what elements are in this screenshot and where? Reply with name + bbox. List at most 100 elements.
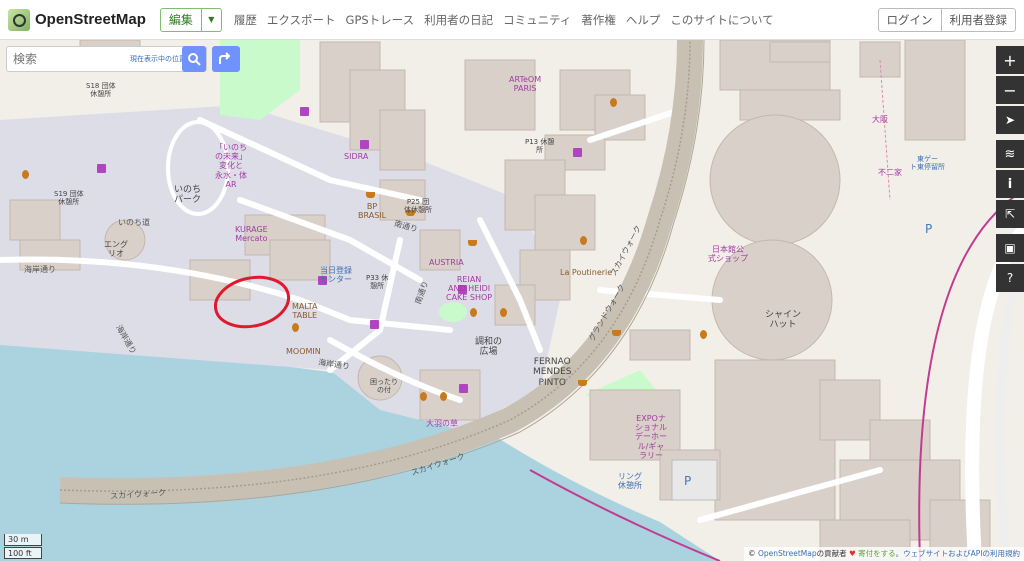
edit-button[interactable]: 編集 bbox=[159, 7, 202, 32]
label-p25: P25 団 体休憩所 bbox=[404, 198, 432, 215]
search-icon bbox=[188, 53, 201, 66]
nav-history[interactable]: 履歴 bbox=[234, 12, 257, 28]
cafe-icon[interactable] bbox=[366, 192, 375, 198]
label-fuji: 不二家 bbox=[878, 168, 902, 177]
road-label-inochi: いのち道 bbox=[118, 218, 150, 227]
terms-link[interactable]: 。ウェブサイトおよびAPIの利用規約 bbox=[896, 549, 1020, 558]
restaurant-icon[interactable] bbox=[580, 236, 587, 245]
boundary-line bbox=[879, 59, 891, 201]
label-cake-shop: REIAN AND HEIDI CAKE SHOP bbox=[446, 275, 493, 303]
osm-logo-icon bbox=[8, 8, 30, 31]
heart-icon: ♥ bbox=[849, 549, 856, 558]
layers-icon: ≋ bbox=[1004, 146, 1016, 162]
donate-link[interactable]: 寄付をする bbox=[858, 549, 896, 558]
road-label-kaigan-1: 海岸通り bbox=[24, 265, 56, 274]
scale-imperial: 100 ft bbox=[4, 547, 42, 559]
label-ome: 大阪 bbox=[872, 115, 888, 124]
signup-button[interactable]: 利用者登録 bbox=[941, 8, 1016, 32]
label-nihon: 日本館公 式ショップ bbox=[708, 245, 748, 264]
gift-shop-icon[interactable] bbox=[97, 164, 106, 173]
restaurant-icon[interactable] bbox=[470, 308, 477, 317]
label-p33: P33 休 憩所 bbox=[366, 274, 389, 291]
locate-button[interactable]: ➤ bbox=[996, 106, 1024, 134]
restaurant-icon[interactable] bbox=[440, 392, 447, 401]
map-canvas[interactable]: P P いのち パーク S18 団体 休憩所 S19 団体 休憩所 「いのち の… bbox=[0, 40, 1024, 561]
gift-shop-icon[interactable] bbox=[573, 148, 582, 157]
label-shine: シャイン ハット bbox=[765, 310, 802, 331]
share-icon: ⇱ bbox=[1004, 207, 1016, 221]
directions-button[interactable] bbox=[212, 46, 240, 72]
label-entry: エング リオ bbox=[104, 240, 128, 259]
label-poutinerie: La Poutinerie bbox=[560, 268, 613, 277]
label-ohane: 大羽の草 bbox=[426, 419, 458, 428]
restaurant-icon[interactable] bbox=[420, 392, 427, 401]
nav-about[interactable]: このサイトについて bbox=[670, 12, 773, 28]
label-moomin: MOOMIN bbox=[286, 347, 321, 356]
zoom-in-button[interactable]: + bbox=[996, 46, 1024, 74]
gift-shop-icon[interactable] bbox=[300, 107, 309, 116]
map-key-button[interactable]: i bbox=[996, 170, 1024, 198]
edit-dropdown-button[interactable]: ▼ bbox=[201, 7, 222, 32]
label-bp-brasil: BP BRASIL bbox=[358, 202, 387, 221]
label-austria: AUSTRIA bbox=[429, 258, 464, 267]
cafe-icon[interactable] bbox=[468, 240, 477, 246]
add-note-button[interactable]: ▣ bbox=[996, 234, 1024, 262]
search-input[interactable] bbox=[13, 52, 53, 66]
label-p13: P13 休憩 所 bbox=[525, 138, 555, 155]
restaurant-icon[interactable] bbox=[500, 308, 507, 317]
info-icon: i bbox=[1007, 176, 1013, 192]
osm-logo[interactable]: OpenStreetMap bbox=[8, 8, 146, 31]
gift-shop-icon[interactable] bbox=[370, 320, 379, 329]
restaurant-icon[interactable] bbox=[700, 330, 707, 339]
parking-lot bbox=[671, 459, 718, 501]
logo-text: OpenStreetMap bbox=[35, 11, 146, 28]
park-area bbox=[439, 302, 467, 322]
osm-contributors-link[interactable]: OpenStreetMap bbox=[758, 549, 817, 558]
search-box: 現在表示中の位置情報 bbox=[6, 46, 207, 72]
nav-copyright[interactable]: 著作権 bbox=[581, 12, 616, 28]
label-expo: EXPOナ ショナル デーホー ル/ギャ ラリー bbox=[635, 414, 667, 460]
nav-help[interactable]: ヘルプ bbox=[626, 12, 661, 28]
zoom-out-button[interactable]: − bbox=[996, 76, 1024, 104]
restaurant-icon[interactable] bbox=[22, 170, 29, 179]
zoom-out-icon: − bbox=[1003, 80, 1017, 100]
zoom-in-icon: + bbox=[1003, 50, 1017, 70]
query-features-button[interactable]: ? bbox=[996, 264, 1024, 292]
svg-text:P: P bbox=[925, 222, 932, 236]
label-inochi-park: いのち パーク bbox=[174, 185, 202, 206]
gift-shop-icon[interactable] bbox=[360, 140, 369, 149]
share-button[interactable]: ⇱ bbox=[996, 200, 1024, 228]
restaurant-icon[interactable] bbox=[292, 323, 299, 332]
label-nichi-center: 当日登録 センター bbox=[320, 266, 352, 285]
svg-text:P: P bbox=[684, 474, 691, 488]
label-komatta: 困ったり の付 bbox=[370, 378, 398, 395]
nav-user-diaries[interactable]: 利用者の日記 bbox=[424, 12, 493, 28]
gift-shop-icon[interactable] bbox=[459, 384, 468, 393]
label-station: 東ゲー ト東停留所 bbox=[910, 155, 945, 172]
label-chowa: 調和の 広場 bbox=[475, 337, 503, 358]
nav-gps-traces[interactable]: GPSトレース bbox=[346, 12, 415, 28]
map-svg: P P bbox=[0, 40, 1024, 561]
query-icon: ? bbox=[1006, 271, 1014, 285]
search-button[interactable] bbox=[182, 46, 206, 72]
edit-group: 編集 ▼ bbox=[159, 7, 222, 32]
label-ring: リング 休憩所 bbox=[618, 472, 642, 491]
label-kurage: KURAGE Mercato bbox=[235, 225, 268, 244]
label-s18: S18 団体 休憩所 bbox=[86, 82, 116, 99]
scale-metric: 30 m bbox=[4, 534, 42, 546]
cafe-icon[interactable] bbox=[578, 380, 587, 386]
label-malta: MALTA TABLE bbox=[292, 302, 318, 321]
layers-button[interactable]: ≋ bbox=[996, 140, 1024, 168]
login-button[interactable]: ログイン bbox=[877, 8, 942, 32]
main-nav: 履歴 エクスポート GPSトレース 利用者の日記 コミュニティ 著作権 ヘルプ … bbox=[234, 12, 784, 28]
nav-communities[interactable]: コミュニティ bbox=[503, 12, 571, 28]
restaurant-icon[interactable] bbox=[610, 98, 617, 107]
cafe-icon[interactable] bbox=[612, 330, 621, 336]
note-icon: ▣ bbox=[1004, 241, 1016, 255]
top-navbar: OpenStreetMap 編集 ▼ 履歴 エクスポート GPSトレース 利用者… bbox=[0, 0, 1024, 40]
nav-export[interactable]: エクスポート bbox=[267, 12, 336, 28]
locate-icon: ➤ bbox=[1004, 113, 1016, 127]
label-sidra: SIDRA bbox=[344, 152, 369, 161]
label-fernao: FERNAO MENDES PINTO bbox=[533, 357, 572, 388]
label-s19: S19 団体 休憩所 bbox=[54, 190, 84, 207]
